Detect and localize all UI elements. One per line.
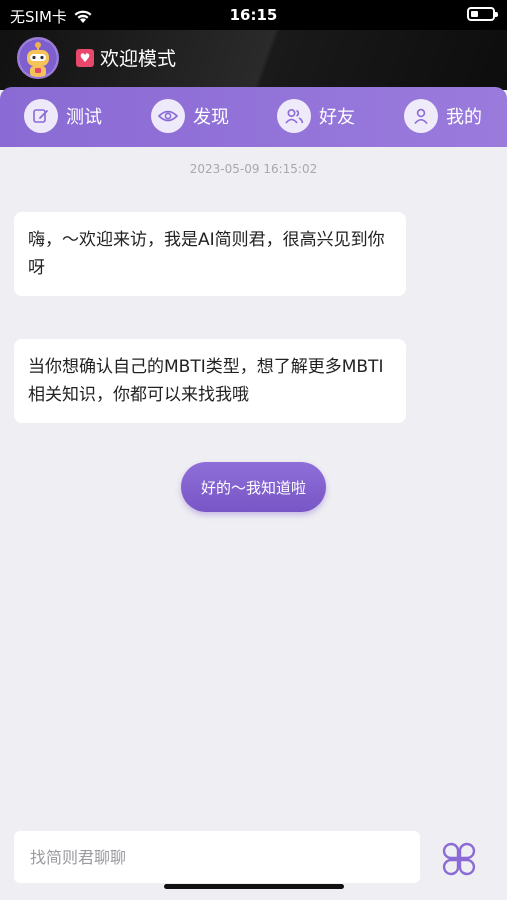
tab-friends[interactable]: 好友: [277, 99, 355, 133]
avatar[interactable]: [17, 37, 59, 79]
app-header: ♥ 欢迎模式: [0, 30, 507, 90]
page-title: 欢迎模式: [100, 48, 177, 70]
edit-icon: [24, 99, 58, 133]
tab-bar: 测试 发现 好友 我的: [0, 87, 507, 147]
more-options-icon[interactable]: [440, 840, 478, 878]
friends-icon: [277, 99, 311, 133]
heart-icon: ♥: [76, 48, 94, 67]
user-icon: [404, 99, 438, 133]
tab-me[interactable]: 我的: [404, 99, 482, 133]
home-indicator: [164, 884, 344, 889]
battery-icon: [467, 7, 498, 21]
header-title-group: ♥ 欢迎模式: [76, 44, 176, 71]
tab-me-label: 我的: [446, 107, 482, 128]
tab-friends-label: 好友: [319, 107, 355, 128]
tab-test-label: 测试: [66, 107, 102, 128]
eye-icon: [151, 99, 185, 133]
tab-test[interactable]: 测试: [24, 99, 102, 133]
quick-reply-button[interactable]: 好的～我知道啦: [181, 462, 326, 512]
chat-message: 嗨，～欢迎来访，我是AI简则君，很高兴见到你呀: [14, 212, 406, 296]
chat-timestamp: 2023-05-09 16:15:02: [189, 162, 318, 176]
status-bar: 无SIM卡 16:15: [0, 0, 507, 30]
chat-input[interactable]: [14, 831, 420, 883]
tab-discover[interactable]: 发现: [151, 99, 229, 133]
robot-avatar-icon: [19, 39, 57, 77]
chat-message: 当你想确认自己的MBTI类型，想了解更多MBTI相关知识，你都可以来找我哦: [14, 339, 406, 423]
status-time: 16:15: [229, 6, 278, 24]
tab-discover-label: 发现: [193, 107, 229, 128]
